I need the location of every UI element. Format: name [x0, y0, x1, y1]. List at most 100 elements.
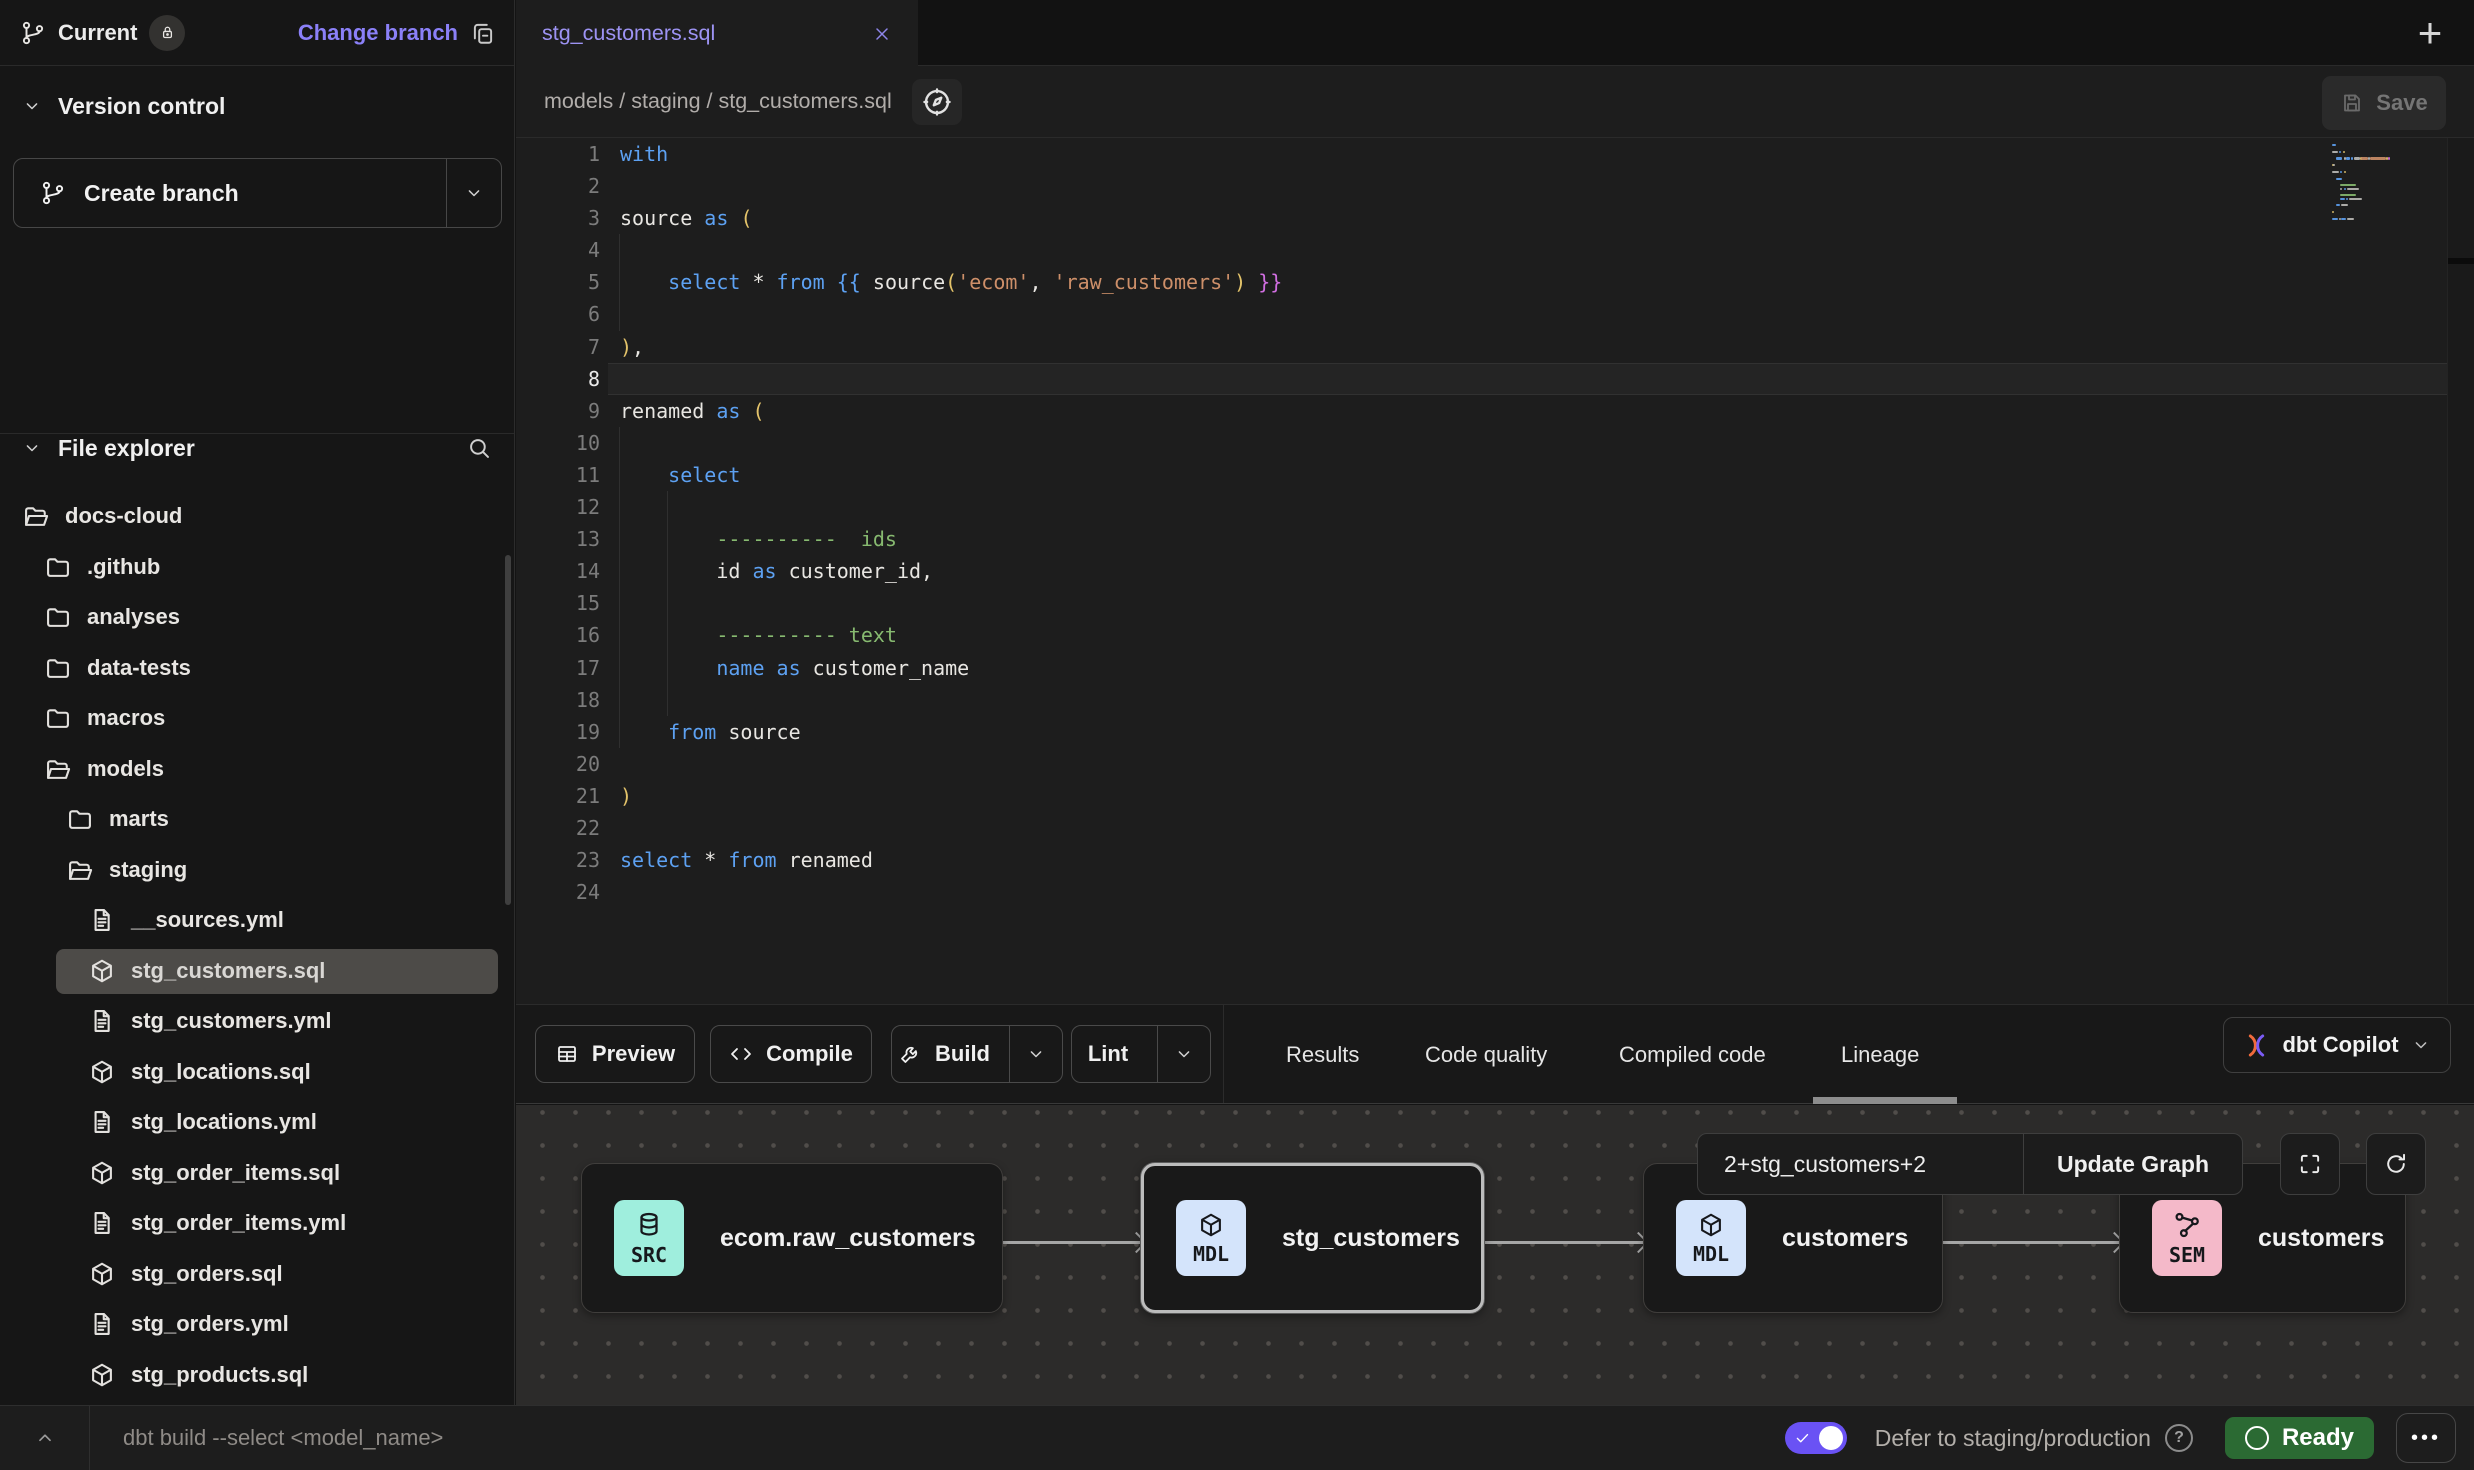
- cube-icon: [88, 1361, 116, 1389]
- save-button[interactable]: Save: [2322, 76, 2446, 130]
- file-tree-label: analyses: [87, 604, 180, 630]
- create-branch-button[interactable]: Create branch: [13, 158, 502, 228]
- create-branch-dropdown[interactable]: [446, 159, 501, 227]
- node-label: customers: [1782, 1224, 1908, 1253]
- new-tab-button[interactable]: +: [2408, 0, 2452, 66]
- file-tree-item[interactable]: docs-cloud: [0, 491, 514, 542]
- file-tree-item[interactable]: stg_products.sql: [0, 1350, 514, 1401]
- file-tree-label: stg_locations.sql: [131, 1059, 311, 1085]
- file-tree-item[interactable]: __sources.yml: [0, 895, 514, 946]
- file-tree-item[interactable]: macros: [0, 693, 514, 744]
- chevron-down-icon: [22, 438, 42, 458]
- node-type-badge: MDL: [1176, 1200, 1246, 1276]
- tab-bar: stg_customers.sql +: [516, 0, 2474, 66]
- file-tree-item[interactable]: marts: [0, 794, 514, 845]
- chevron-down-icon: [1026, 1044, 1046, 1064]
- lineage-edge: [1484, 1241, 1643, 1244]
- file-tree-item[interactable]: stg_order_items.sql: [0, 1148, 514, 1199]
- version-control-title: Version control: [58, 93, 225, 120]
- change-branch-link[interactable]: Change branch: [298, 20, 458, 46]
- node-label: stg_customers: [1282, 1224, 1460, 1253]
- overflow-menu-button[interactable]: •••: [2396, 1413, 2456, 1463]
- build-dropdown[interactable]: [1009, 1026, 1062, 1082]
- folder-open-icon: [44, 755, 72, 783]
- doc-icon: [88, 1108, 116, 1136]
- copilot-icon: [2243, 1032, 2270, 1059]
- build-button[interactable]: Build: [892, 1026, 996, 1082]
- editor-scrollbar-track[interactable]: [2447, 138, 2474, 1004]
- check-icon: [1794, 1429, 1812, 1447]
- help-icon[interactable]: ?: [2165, 1424, 2193, 1452]
- build-split-button: Build: [891, 1025, 1063, 1083]
- code-editor[interactable]: 123456789101112131415161718192021222324 …: [516, 138, 2474, 1004]
- cube-icon: [88, 1159, 116, 1187]
- tab-results[interactable]: Results: [1286, 1005, 1359, 1104]
- lint-label: Lint: [1088, 1041, 1128, 1067]
- close-icon[interactable]: [872, 24, 892, 44]
- editor-scrollbar-mark: [2448, 258, 2474, 264]
- cube-icon: [88, 1260, 116, 1288]
- create-branch-label: Create branch: [84, 180, 239, 207]
- file-explorer-section[interactable]: File explorer: [0, 425, 514, 471]
- preview-label: Preview: [592, 1041, 675, 1067]
- fullscreen-button[interactable]: [2280, 1133, 2340, 1195]
- lint-button[interactable]: Lint: [1072, 1026, 1144, 1082]
- file-tree-item[interactable]: models: [0, 744, 514, 795]
- file-tree-label: .github: [87, 554, 160, 580]
- version-control-section[interactable]: Version control: [0, 86, 514, 126]
- ready-status-button[interactable]: Ready: [2225, 1417, 2374, 1459]
- create-branch-main[interactable]: Create branch: [14, 159, 446, 227]
- code-lines[interactable]: with source as ( select * from {{ source…: [620, 138, 1282, 908]
- lint-dropdown[interactable]: [1157, 1026, 1210, 1082]
- git-branch-icon: [40, 180, 66, 206]
- copilot-compass-button[interactable]: [912, 79, 962, 125]
- copy-branch-icon[interactable]: [470, 20, 496, 46]
- command-bar-expand-button[interactable]: [0, 1406, 90, 1470]
- file-tree-item[interactable]: stg_orders.yml: [0, 1299, 514, 1350]
- file-tree-item[interactable]: stg_order_items.yml: [0, 1198, 514, 1249]
- file-tree-item[interactable]: stg_locations.yml: [0, 1097, 514, 1148]
- panel-divider: [1223, 1005, 1224, 1103]
- tab-code-quality[interactable]: Code quality: [1425, 1005, 1547, 1104]
- lineage-node-stg-customers[interactable]: MDL stg_customers: [1141, 1163, 1484, 1313]
- sidebar: Current Change branch Version control Cr…: [0, 0, 515, 1405]
- lineage-node-ecom-raw-customers[interactable]: SRCecom.raw_customers: [581, 1163, 1003, 1313]
- compile-button[interactable]: Compile: [710, 1025, 872, 1083]
- file-tree-item[interactable]: stg_customers.yml: [0, 996, 514, 1047]
- file-tree-item[interactable]: stg_customers.sql: [56, 949, 498, 994]
- file-tree-scrollbar[interactable]: [505, 555, 511, 905]
- file-tree-label: data-tests: [87, 655, 191, 681]
- file-tree-label: staging: [109, 857, 187, 883]
- tab-stg-customers-sql[interactable]: stg_customers.sql: [516, 0, 918, 67]
- file-tree-label: models: [87, 756, 164, 782]
- update-graph-button[interactable]: Update Graph: [2023, 1134, 2242, 1194]
- table-icon: [555, 1042, 579, 1066]
- minimap[interactable]: [2332, 140, 2442, 330]
- file-tree-item[interactable]: staging: [0, 845, 514, 896]
- preview-button[interactable]: Preview: [535, 1025, 695, 1083]
- file-tree-item[interactable]: stg_orders.sql: [0, 1249, 514, 1300]
- lineage-selector-input[interactable]: 2+stg_customers+2: [1698, 1134, 2023, 1194]
- node-label: customers: [2258, 1224, 2384, 1253]
- folder-icon: [44, 654, 72, 682]
- node-type-badge: MDL: [1676, 1200, 1746, 1276]
- chevron-up-icon: [34, 1427, 56, 1449]
- dbt-copilot-button[interactable]: dbt Copilot: [2223, 1017, 2451, 1073]
- search-icon[interactable]: [466, 435, 492, 461]
- tab-compiled-code[interactable]: Compiled code: [1619, 1005, 1766, 1104]
- lineage-edge: [1003, 1241, 1141, 1244]
- file-tree-item[interactable]: data-tests: [0, 643, 514, 694]
- lineage-edge: [1943, 1241, 2119, 1244]
- tab-lineage[interactable]: Lineage: [1841, 1005, 1919, 1104]
- node-type-badge: SRC: [614, 1200, 684, 1276]
- file-tree-item[interactable]: stg_locations.sql: [0, 1047, 514, 1098]
- chevron-down-icon: [1174, 1044, 1194, 1064]
- command-input[interactable]: dbt build --select <model_name>: [123, 1425, 443, 1451]
- doc-icon: [88, 906, 116, 934]
- refresh-button[interactable]: [2366, 1133, 2426, 1195]
- node-type-label: MDL: [1193, 1242, 1229, 1266]
- defer-toggle[interactable]: [1785, 1422, 1847, 1454]
- file-tree-item[interactable]: .github: [0, 542, 514, 593]
- lineage-canvas[interactable]: SRCecom.raw_customers MDL stg_customers M…: [516, 1105, 2474, 1405]
- file-tree-item[interactable]: analyses: [0, 592, 514, 643]
